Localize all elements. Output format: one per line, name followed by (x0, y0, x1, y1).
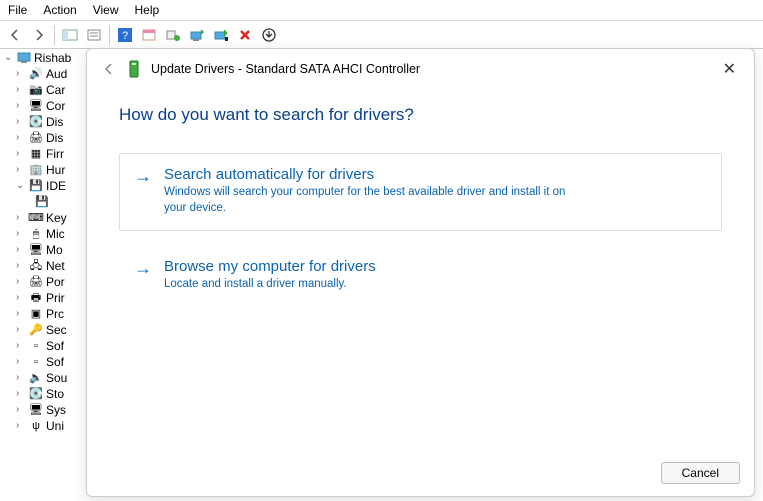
menubar: File Action View Help (0, 0, 763, 21)
ide-controller-icon: 💾 (34, 195, 50, 209)
cancel-button[interactable]: Cancel (661, 462, 740, 484)
sound-icon: 🔈 (28, 371, 44, 385)
tree-item[interactable]: ›📷Car (4, 82, 85, 98)
toolbar: ? (0, 21, 763, 49)
dialog-footer: Cancel (87, 456, 754, 496)
collapse-icon[interactable]: ⌄ (16, 178, 26, 194)
tree-item[interactable]: ›🖥Mo (4, 242, 85, 258)
network-icon: 🖧 (28, 259, 44, 273)
update-drivers-dialog: Update Drivers - Standard SATA AHCI Cont… (86, 48, 755, 497)
mouse-icon: 🖱 (28, 227, 44, 241)
system-icon: 🖥 (28, 403, 44, 417)
option-description: Windows will search your computer for th… (164, 185, 584, 216)
properties-icon[interactable] (83, 24, 105, 46)
nav-forward-icon[interactable] (28, 24, 50, 46)
tree-item[interactable]: ›▣Prc (4, 306, 85, 322)
tree-item-ide-child[interactable]: 💾 (4, 194, 85, 210)
software-icon: ▫ (28, 339, 44, 353)
scan-hardware-icon[interactable] (162, 24, 184, 46)
software-icon: ▫ (28, 355, 44, 369)
tree-item[interactable]: ›🖨Dis (4, 130, 85, 146)
monitor-icon: 🖥 (28, 243, 44, 257)
dialog-title: Update Drivers - Standard SATA AHCI Cont… (151, 62, 420, 76)
display-icon: 🖨 (28, 131, 44, 145)
option-description: Locate and install a driver manually. (164, 277, 376, 293)
tree-item[interactable]: ›🖧Net (4, 258, 85, 274)
keyboard-icon: ⌨ (28, 211, 44, 225)
ide-icon: 💾 (28, 179, 44, 193)
menu-action[interactable]: Action (43, 3, 76, 17)
speaker-icon: 🔊 (28, 67, 44, 81)
monitor-icon: 🖥 (28, 99, 44, 113)
security-icon: 🔑 (28, 323, 44, 337)
hid-icon: 🏢 (28, 163, 44, 177)
tree-root[interactable]: ⌄ Rishab (4, 50, 85, 66)
tree-item[interactable]: ›🖶Prir (4, 290, 85, 306)
dialog-body: How do you want to search for drivers? →… (87, 85, 754, 456)
toolbar-separator (54, 25, 55, 45)
disk-icon: 💽 (28, 115, 44, 129)
device-icon (127, 60, 141, 78)
dialog-header: Update Drivers - Standard SATA AHCI Cont… (87, 49, 754, 85)
tree-item-ide[interactable]: ⌄💾IDE (4, 178, 85, 194)
cpu-icon: ▣ (28, 307, 44, 321)
option-search-automatically[interactable]: → Search automatically for drivers Windo… (119, 153, 722, 231)
install-legacy-icon[interactable] (258, 24, 280, 46)
tree-item[interactable]: ›▫Sof (4, 354, 85, 370)
chip-icon: ▦ (28, 147, 44, 161)
arrow-right-icon: → (134, 166, 152, 216)
tree-item[interactable]: ›🖥Sys (4, 402, 85, 418)
usb-icon: ψ (28, 419, 44, 433)
help-icon[interactable]: ? (114, 24, 136, 46)
tree-item[interactable]: ›🔊Aud (4, 66, 85, 82)
show-hide-tree-icon[interactable] (59, 24, 81, 46)
tree-item[interactable]: ›🖨Por (4, 274, 85, 290)
svg-text:?: ? (122, 30, 128, 42)
menu-help[interactable]: Help (135, 3, 160, 17)
disable-device-icon[interactable] (210, 24, 232, 46)
tree-item[interactable]: ›▫Sof (4, 338, 85, 354)
print-queue-icon: 🖶 (28, 291, 44, 305)
option-title: Browse my computer for drivers (164, 258, 376, 275)
tree-item[interactable]: ›🖥Cor (4, 98, 85, 114)
tree-item[interactable]: ›ψUni (4, 418, 85, 434)
action-icon[interactable] (138, 24, 160, 46)
menu-view[interactable]: View (93, 3, 119, 17)
option-browse-computer[interactable]: → Browse my computer for drivers Locate … (119, 245, 722, 308)
tree-item[interactable]: ›🏢Hur (4, 162, 85, 178)
tree-item[interactable]: ›⌨Key (4, 210, 85, 226)
computer-icon (16, 51, 32, 65)
arrow-right-icon: → (134, 258, 152, 293)
collapse-icon[interactable]: ⌄ (4, 50, 14, 66)
tree-item[interactable]: ›🔈Sou (4, 370, 85, 386)
nav-back-icon[interactable] (4, 24, 26, 46)
tree-item[interactable]: ›🔑Sec (4, 322, 85, 338)
dialog-question: How do you want to search for drivers? (119, 105, 722, 125)
storage-icon: 💽 (28, 387, 44, 401)
uninstall-device-icon[interactable] (234, 24, 256, 46)
close-button[interactable]: ✕ (719, 59, 740, 79)
device-tree[interactable]: ⌄ Rishab ›🔊Aud ›📷Car ›🖥Cor ›💽Dis ›🖨Dis ›… (0, 50, 85, 434)
port-icon: 🖨 (28, 275, 44, 289)
camera-icon: 📷 (28, 83, 44, 97)
tree-item[interactable]: ›💽Dis (4, 114, 85, 130)
toolbar-separator (109, 25, 110, 45)
option-title: Search automatically for drivers (164, 166, 584, 183)
tree-root-label: Rishab (34, 50, 71, 66)
tree-item[interactable]: ›🖱Mic (4, 226, 85, 242)
tree-item[interactable]: ›▦Firr (4, 146, 85, 162)
tree-item[interactable]: ›💽Sto (4, 386, 85, 402)
back-icon[interactable] (101, 61, 117, 77)
update-driver-icon[interactable] (186, 24, 208, 46)
menu-file[interactable]: File (8, 3, 27, 17)
